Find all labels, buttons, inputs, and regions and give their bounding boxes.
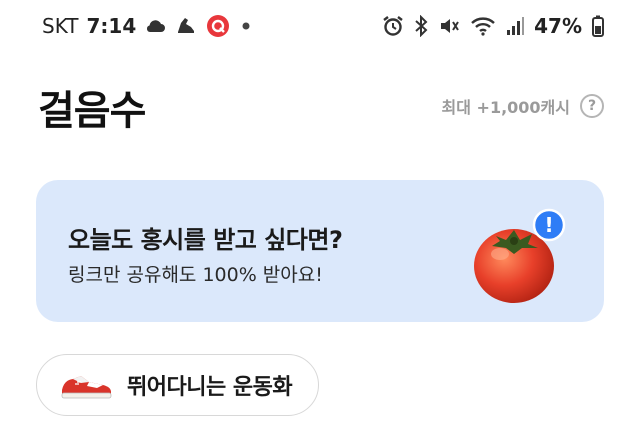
sneaker-icon [59,370,113,400]
status-bar-left: SKT 7:14 [42,14,250,38]
battery-icon [592,15,604,37]
wifi-icon [470,15,496,37]
banner-subtitle: 링크만 공유해도 100% 받아요! [68,264,323,286]
status-bar-right: 47% [382,14,604,38]
alert-badge-symbol: ! [544,213,554,237]
share-banner[interactable]: 오늘도 홍시를 받고 싶다면? 링크만 공유해도 100% 받아요! ! [36,180,604,322]
dot-icon [242,22,250,30]
banner-title: 오늘도 홍시를 받고 싶다면? [68,226,343,254]
shoe-notification-icon [174,14,198,38]
bluetooth-icon [414,15,428,37]
record-icon [206,14,230,38]
battery-level: 47% [534,14,582,38]
sneaker-chip[interactable]: 뛰어다니는 운동화 [36,354,320,416]
signal-icon [506,16,525,36]
page-title: 걸음수 [38,88,146,134]
mute-icon [438,15,460,37]
cloud-icon [144,18,166,34]
max-cash-label: 최대 +1,000캐시 [441,98,570,117]
clock: 7:14 [86,14,137,38]
help-icon[interactable]: ? [580,94,604,118]
max-cash-info: 최대 +1,000캐시 ? [442,94,604,118]
chip-label: 뛰어다니는 운동화 [127,375,293,400]
alarm-icon [382,15,404,37]
status-bar: SKT 7:14 47% [0,0,640,56]
carrier-label: SKT [42,14,79,38]
